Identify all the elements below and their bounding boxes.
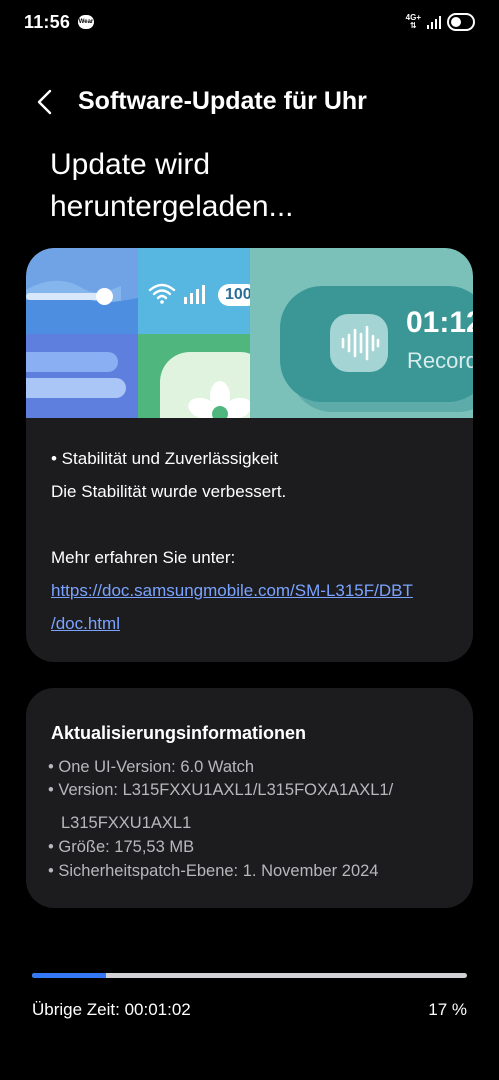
network-indicator: 4G+ ⇅ — [406, 14, 421, 30]
signal-strength-icon — [427, 15, 441, 29]
wifi-icon — [148, 283, 176, 304]
app-tile — [160, 352, 250, 418]
chevron-left-icon — [37, 89, 52, 115]
security-patch-level: • Sicherheitspatch-Ebene: 1. November 20… — [48, 862, 379, 880]
download-progress-bar — [32, 973, 467, 978]
voice-recorder-widget: 01:12 Record — [280, 286, 473, 402]
more-info-label: Mehr erfahren Sie unter: — [51, 548, 236, 567]
build-version: • Version: L315FXXU1AXL1/L315FOXA1AXL1/ — [48, 781, 394, 799]
status-time: 11:56 — [24, 12, 71, 32]
banner-connectivity-panel: 100 — [138, 248, 258, 334]
banner-list-panel — [26, 334, 138, 418]
download-progress-fill — [32, 973, 106, 978]
download-status-heading: Update wird heruntergeladen... — [50, 144, 470, 228]
voice-recorder-icon — [330, 314, 388, 372]
update-banner-image: 100 01:1 Record — [26, 248, 473, 418]
record-time: 01:12 — [406, 306, 473, 339]
build-version-continued: L315FXXU1AXL1 — [61, 814, 192, 832]
status-heading-line-2: heruntergeladen... — [50, 190, 294, 223]
volume-slider-track — [26, 293, 106, 300]
data-arrows-icon: ⇅ — [409, 21, 417, 30]
status-heading-line-1: Update wird — [50, 148, 211, 181]
app-header: Software-Update für Uhr — [0, 80, 499, 124]
battery-icon — [447, 13, 475, 31]
page-title: Software-Update für Uhr — [78, 87, 367, 115]
cellular-bars-icon — [184, 285, 205, 304]
status-bar: 11:56 Wear 4G+ ⇅ — [0, 0, 499, 44]
record-label: Record — [407, 348, 473, 373]
remaining-time: Übrige Zeit: 00:01:02 — [32, 1000, 191, 1019]
banner-sound-panel — [26, 248, 138, 334]
update-info-card: Aktualisierungsinformationen • One UI-Ve… — [26, 688, 473, 908]
volume-slider-knob — [96, 288, 113, 305]
flower-icon — [188, 381, 250, 418]
banner-record-panel: 01:12 Record — [250, 248, 473, 418]
update-size: • Größe: 175,53 MB — [48, 838, 195, 856]
progress-percent: 17 % — [428, 1000, 467, 1019]
one-ui-version: • One UI-Version: 6.0 Watch — [48, 758, 255, 776]
release-notes-link-continued[interactable]: /doc.html — [51, 612, 461, 636]
waveform-icon — [341, 325, 380, 361]
changelog-card: 100 01:1 Record • Stabilität und Zuverlä… — [26, 248, 473, 662]
update-info-title: Aktualisierungsinformationen — [51, 723, 307, 743]
wear-app-icon: Wear — [78, 15, 94, 29]
status-icons: 4G+ ⇅ — [406, 11, 475, 33]
changelog-detail: Die Stabilität wurde verbessert. — [51, 482, 287, 501]
banner-app-panel — [138, 334, 250, 418]
back-button[interactable] — [30, 84, 64, 120]
changelog-bullet: • Stabilität und Zuverlässigkeit — [51, 449, 279, 468]
release-notes-link[interactable]: https://doc.samsungmobile.com/SM-L315F/D… — [51, 579, 461, 603]
